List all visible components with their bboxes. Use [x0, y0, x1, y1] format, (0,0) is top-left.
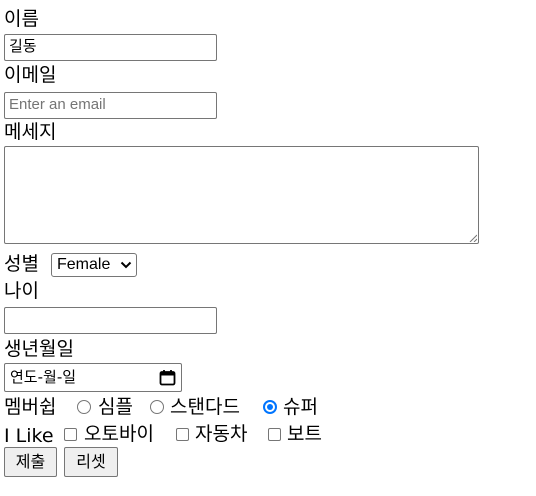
chevron-down-icon	[120, 261, 132, 269]
name-input-value: 길동	[9, 38, 37, 55]
membership-option-super: 슈퍼	[283, 396, 318, 418]
like-option-boat: 보트	[287, 423, 322, 445]
name-label: 이름	[4, 8, 39, 30]
birthdate-placeholder: 연도-월-일	[10, 368, 77, 386]
membership-option-standard: 스탠다드	[170, 396, 240, 418]
like-label: I Like	[4, 425, 54, 447]
birthdate-label: 생년월일	[4, 338, 74, 360]
email-input-placeholder: Enter an email	[9, 96, 106, 113]
message-label: 메세지	[4, 121, 57, 143]
membership-radio-super[interactable]	[263, 400, 277, 414]
name-input[interactable]: 길동	[4, 34, 217, 61]
email-label: 이메일	[4, 64, 57, 86]
gender-label: 성별	[4, 253, 39, 275]
membership-option-simple: 심플	[98, 396, 133, 418]
submit-button[interactable]: 제출	[4, 447, 57, 477]
membership-label: 멤버쉽	[4, 396, 57, 418]
gender-select[interactable]: Female	[51, 253, 137, 277]
like-checkbox-motorcycle[interactable]	[64, 428, 77, 441]
age-input[interactable]	[4, 307, 217, 334]
membership-radio-simple[interactable]	[77, 400, 91, 414]
like-option-car: 자동차	[195, 423, 248, 445]
like-checkbox-boat[interactable]	[268, 428, 281, 441]
like-option-motorcycle: 오토바이	[84, 423, 154, 445]
gender-select-value: Female	[57, 256, 111, 273]
membership-radio-standard[interactable]	[150, 400, 164, 414]
birthdate-input[interactable]: 연도-월-일	[4, 363, 182, 392]
calendar-icon[interactable]	[159, 369, 176, 386]
age-label: 나이	[4, 280, 39, 302]
reset-button[interactable]: 리셋	[64, 447, 118, 477]
email-input[interactable]: Enter an email	[4, 92, 217, 119]
like-checkbox-car[interactable]	[176, 428, 189, 441]
message-textarea[interactable]	[4, 146, 479, 244]
resize-grip-icon[interactable]	[469, 234, 477, 242]
